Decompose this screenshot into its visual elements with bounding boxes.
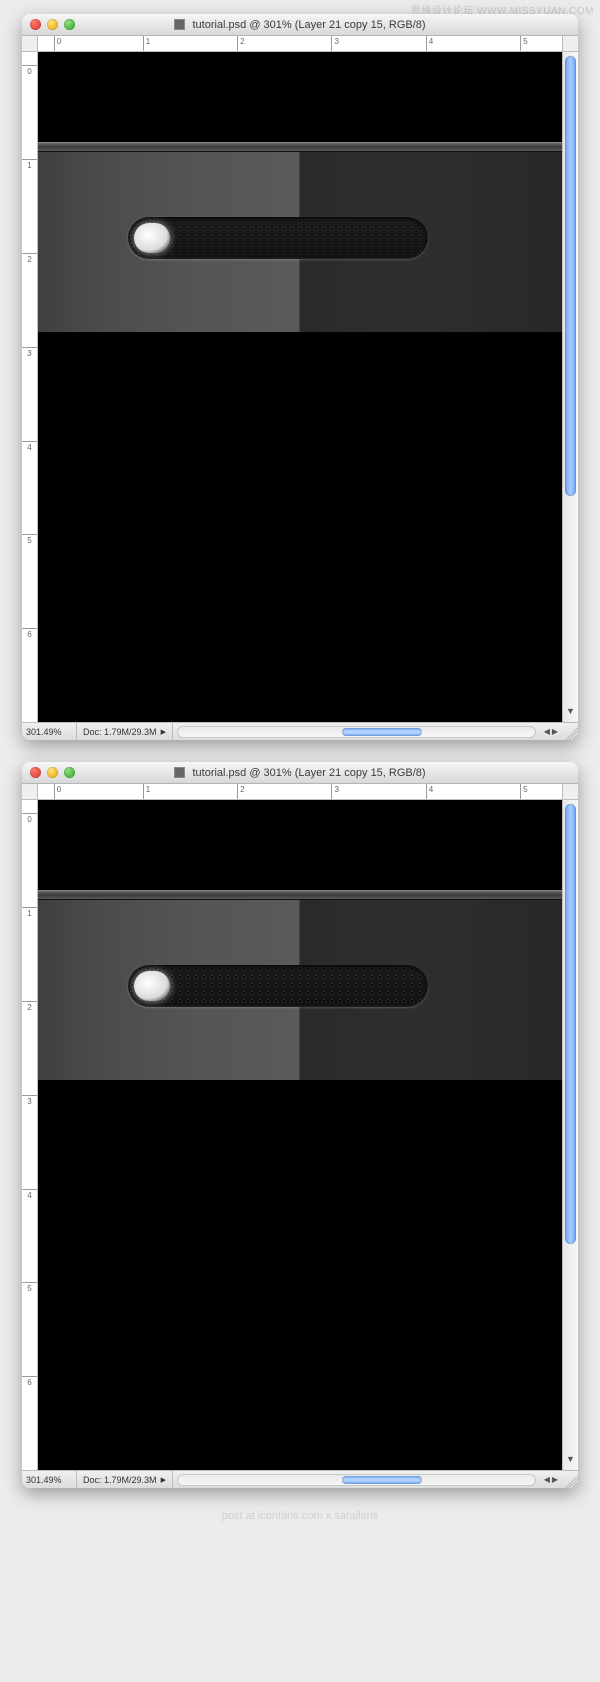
scroll-right-icon[interactable]: ▶ (552, 1475, 558, 1484)
ruler-corner-right (562, 784, 578, 800)
horizontal-scroll-thumb[interactable] (342, 1476, 422, 1484)
artwork-vent-light (134, 223, 170, 253)
chevron-right-icon[interactable]: ▶ (161, 1476, 166, 1484)
vertical-scrollbar[interactable]: ▼ (562, 52, 578, 722)
scroll-down-icon[interactable]: ▼ (563, 706, 578, 722)
horizontal-scrollbar[interactable] (177, 1474, 536, 1486)
document-area: 0 1 2 3 4 5 0 1 2 3 4 5 6 (22, 784, 578, 1488)
ruler-vertical[interactable]: 0 1 2 3 4 5 6 (22, 800, 38, 1470)
artwork-vent (128, 217, 428, 259)
artwork-rail (38, 890, 562, 900)
window-title-text: tutorial.psd @ 301% (Layer 21 copy 15, R… (192, 767, 425, 779)
ruler-origin[interactable] (22, 784, 38, 800)
resize-handle[interactable] (562, 724, 578, 740)
minimize-icon[interactable] (47, 767, 58, 778)
zoom-icon[interactable] (64, 19, 75, 30)
horizontal-scroll-thumb[interactable] (342, 728, 422, 736)
ruler-corner-right (562, 36, 578, 52)
canvas[interactable] (38, 52, 562, 722)
titlebar[interactable]: tutorial.psd @ 301% (Layer 21 copy 15, R… (22, 14, 578, 36)
ruler-horizontal[interactable]: 0 1 2 3 4 5 (38, 784, 562, 800)
vertical-scroll-thumb[interactable] (565, 56, 576, 496)
artwork-rail (38, 142, 562, 152)
window-title: tutorial.psd @ 301% (Layer 21 copy 15, R… (22, 767, 578, 779)
artwork-vent (128, 965, 428, 1007)
scroll-down-icon[interactable]: ▼ (563, 1454, 578, 1470)
window-title-text: tutorial.psd @ 301% (Layer 21 copy 15, R… (192, 19, 425, 31)
vertical-scrollbar[interactable]: ▼ (562, 800, 578, 1470)
zoom-icon[interactable] (64, 767, 75, 778)
horizontal-scrollbar[interactable] (177, 726, 536, 738)
photoshop-window: tutorial.psd @ 301% (Layer 21 copy 15, R… (22, 14, 578, 740)
titlebar[interactable]: tutorial.psd @ 301% (Layer 21 copy 15, R… (22, 762, 578, 784)
zoom-field[interactable]: 301.49% (22, 723, 77, 740)
artwork-vent-light (134, 971, 170, 1001)
scroll-arrows: ◀ ▶ (540, 727, 562, 736)
ruler-horizontal[interactable]: 0 1 2 3 4 5 (38, 36, 562, 52)
close-icon[interactable] (30, 767, 41, 778)
zoom-field[interactable]: 301.49% (22, 1471, 77, 1488)
close-icon[interactable] (30, 19, 41, 30)
vertical-scroll-thumb[interactable] (565, 804, 576, 1244)
photoshop-window: tutorial.psd @ 301% (Layer 21 copy 15, R… (22, 762, 578, 1488)
document-icon (174, 767, 185, 778)
scroll-arrows: ◀ ▶ (540, 1475, 562, 1484)
doc-info[interactable]: Doc: 1.79M/29.3M ▶ (77, 723, 173, 740)
chevron-right-icon[interactable]: ▶ (161, 728, 166, 736)
statusbar: 301.49% Doc: 1.79M/29.3M ▶ ◀ ▶ (22, 722, 578, 740)
document-icon (174, 19, 185, 30)
statusbar: 301.49% Doc: 1.79M/29.3M ▶ ◀ ▶ (22, 1470, 578, 1488)
scroll-left-icon[interactable]: ◀ (544, 1475, 550, 1484)
ruler-vertical[interactable]: 0 1 2 3 4 5 6 (22, 52, 38, 722)
scroll-right-icon[interactable]: ▶ (552, 727, 558, 736)
canvas[interactable] (38, 800, 562, 1470)
window-controls (30, 19, 75, 30)
minimize-icon[interactable] (47, 19, 58, 30)
resize-handle[interactable] (562, 1472, 578, 1488)
window-controls (30, 767, 75, 778)
doc-info[interactable]: Doc: 1.79M/29.3M ▶ (77, 1471, 173, 1488)
watermark-bottom: post at iconfans.com x.sarailans (0, 1510, 600, 1522)
window-title: tutorial.psd @ 301% (Layer 21 copy 15, R… (22, 19, 578, 31)
ruler-origin[interactable] (22, 36, 38, 52)
document-area: 0 1 2 3 4 5 0 1 2 3 4 5 6 (22, 36, 578, 740)
scroll-left-icon[interactable]: ◀ (544, 727, 550, 736)
